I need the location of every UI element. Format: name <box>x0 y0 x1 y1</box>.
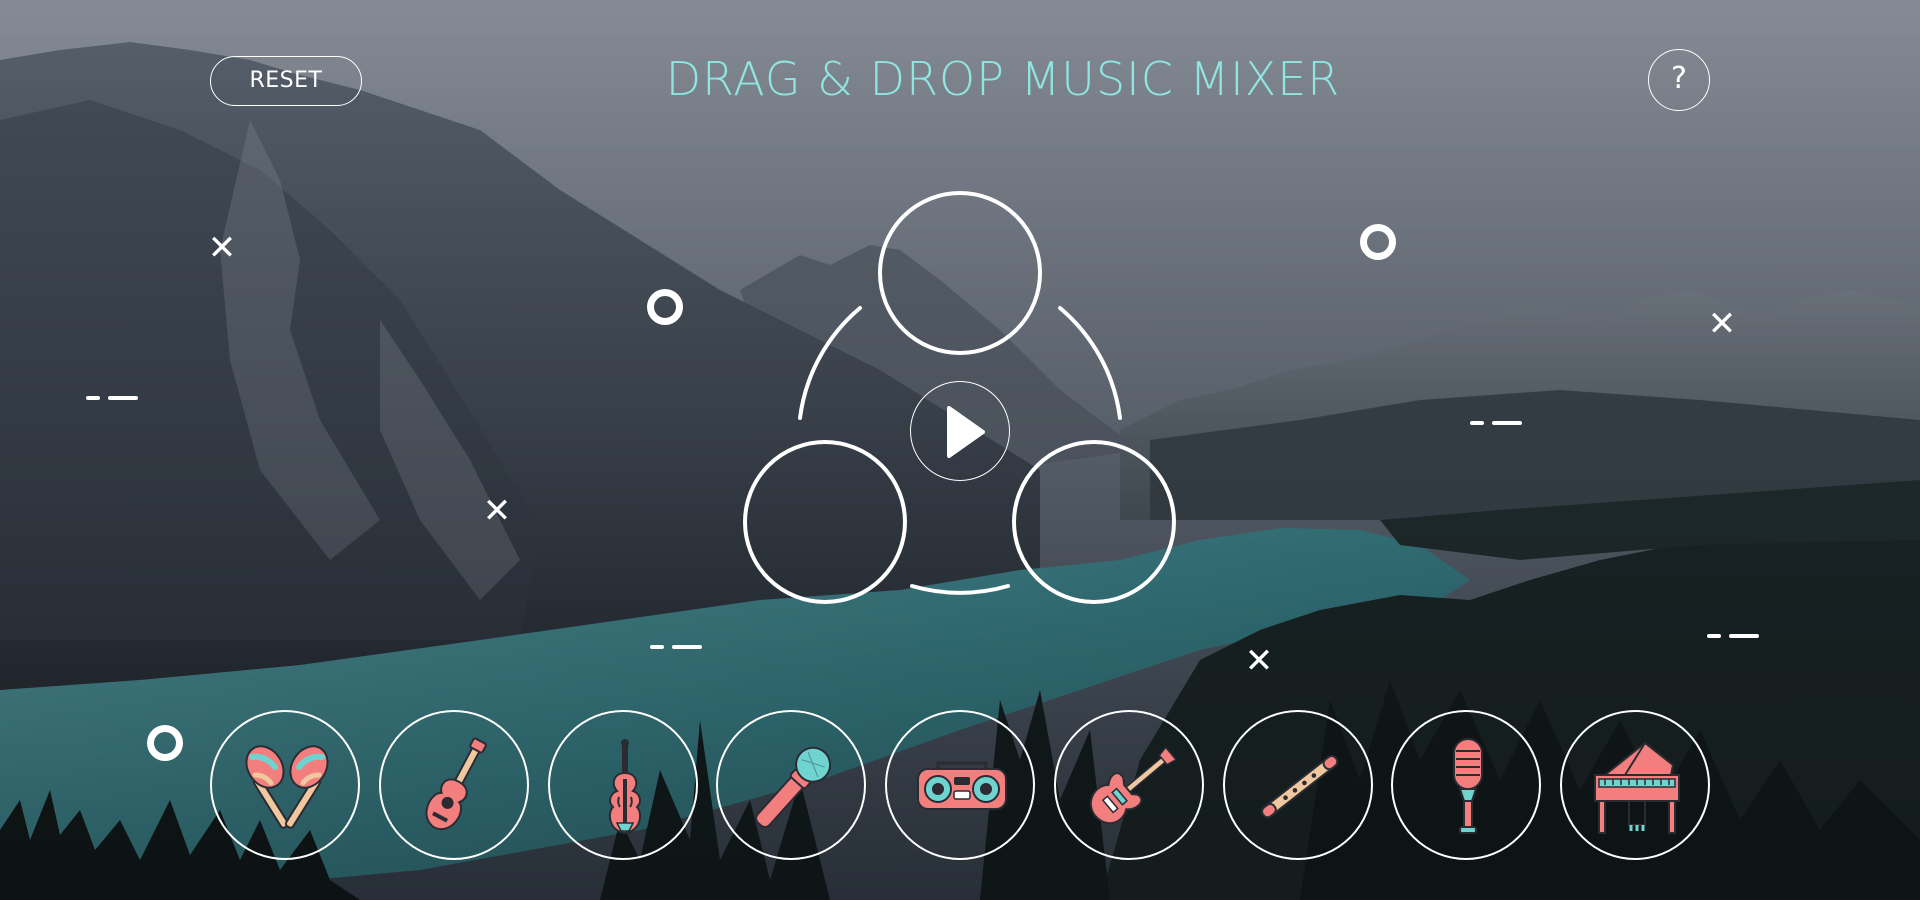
decorative-circle-icon <box>147 725 183 761</box>
instrument-boombox[interactable] <box>885 710 1035 860</box>
decorative-x-icon: ✕ <box>482 491 512 531</box>
instrument-violin[interactable] <box>548 710 698 860</box>
decorative-dash-icon <box>650 645 702 649</box>
instrument-flute[interactable] <box>1223 710 1373 860</box>
mixer-slot-left[interactable] <box>743 440 907 604</box>
decorative-circle-icon <box>647 289 683 325</box>
mixer-slot-right[interactable] <box>1012 440 1176 604</box>
instrument-microphone[interactable] <box>716 710 866 860</box>
decorative-dash-icon <box>1707 634 1759 638</box>
microphone-icon <box>755 746 832 829</box>
instrument-acoustic-guitar[interactable] <box>379 710 529 860</box>
decorative-dash-icon <box>1470 421 1522 425</box>
electric-guitar-icon <box>1089 746 1178 825</box>
violin-icon <box>608 739 642 835</box>
mixer-slot-top[interactable] <box>878 191 1042 355</box>
instrument-retro-microphone[interactable] <box>1391 710 1541 860</box>
flute-icon <box>1261 754 1339 819</box>
grand-piano-icon <box>1594 741 1680 834</box>
decorative-x-icon: ✕ <box>1707 304 1737 344</box>
decorative-circle-icon <box>1360 224 1396 260</box>
page-title: DRAG & DROP MUSIC MIXER <box>665 52 1341 106</box>
decorative-dash-icon <box>86 396 138 400</box>
instrument-grand-piano[interactable] <box>1560 710 1710 860</box>
instrument-maracas[interactable] <box>210 710 360 860</box>
retro-microphone-icon <box>1453 738 1483 834</box>
maracas-icon <box>245 745 329 829</box>
decorative-x-icon: ✕ <box>1244 641 1274 681</box>
instrument-electric-guitar[interactable] <box>1054 710 1204 860</box>
decorative-x-icon: ✕ <box>207 228 237 268</box>
play-icon <box>947 406 985 458</box>
acoustic-guitar-icon <box>425 737 487 831</box>
boombox-icon <box>917 761 1007 810</box>
play-button[interactable] <box>910 381 1010 481</box>
help-button[interactable]: ? <box>1648 49 1710 111</box>
